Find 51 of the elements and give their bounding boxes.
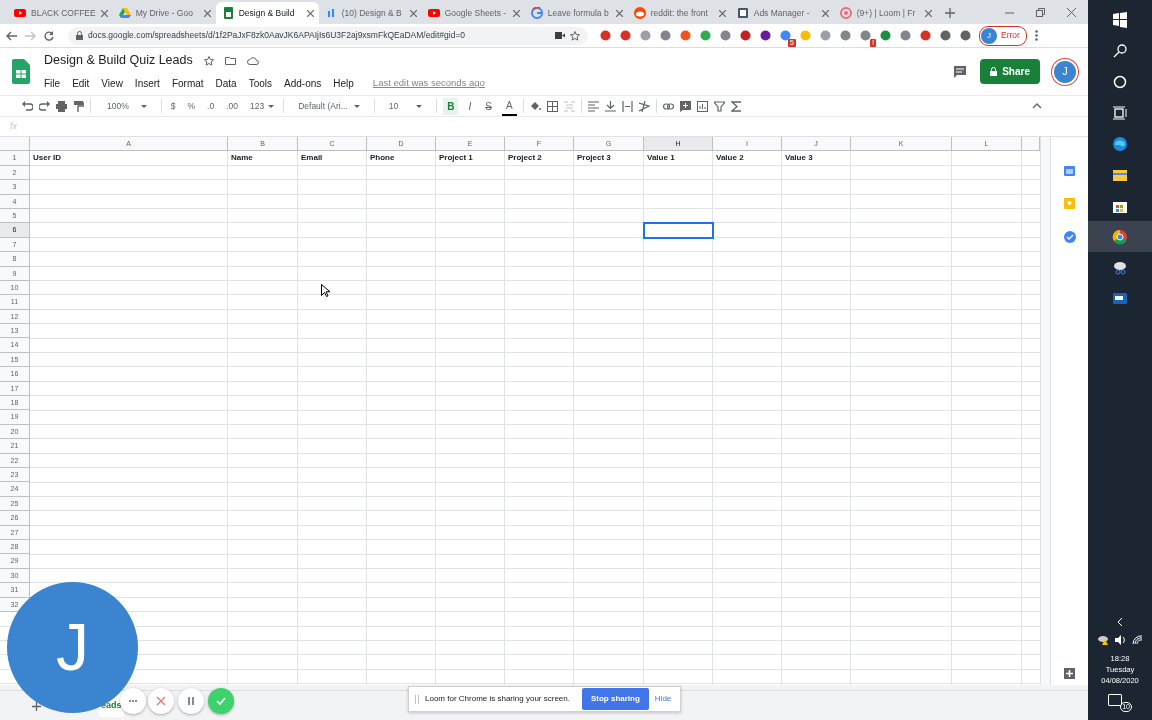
decrease-decimal-button[interactable]: .0 — [204, 98, 218, 114]
browser-tab[interactable]: BLACK COFFEE — [8, 2, 113, 24]
browser-tab[interactable]: reddit: the front — [627, 2, 731, 24]
percent-button[interactable]: % — [184, 98, 199, 114]
text-color-button[interactable]: A — [501, 96, 517, 116]
table-cell[interactable]: Name — [228, 151, 298, 166]
table-cell[interactable]: User ID — [30, 151, 228, 166]
last-edit-link[interactable]: Last edit was seconds ago — [372, 76, 485, 91]
increase-decimal-button[interactable]: .00 — [223, 98, 241, 114]
browser-tab[interactable]: (10) Design & B — [318, 2, 422, 24]
table-cell[interactable]: Phone — [367, 151, 436, 166]
font-dropdown[interactable]: Default (Ari... — [290, 98, 368, 114]
avatar: J — [981, 27, 997, 44]
table-cell[interactable]: Value 3 — [782, 151, 851, 166]
menu-item[interactable]: View — [98, 74, 126, 92]
table-cell[interactable]: Email — [298, 151, 367, 166]
menu-item[interactable]: Tools — [245, 74, 276, 92]
browser-tab[interactable]: Design & Build — [215, 2, 319, 24]
function-label: fx — [10, 119, 17, 133]
document-title[interactable]: Design & Build Quiz Leads — [44, 51, 193, 70]
menu-item[interactable]: Data — [212, 74, 240, 92]
avatar[interactable]: J — [1054, 60, 1076, 83]
table-cell[interactable]: Value 1 — [644, 151, 713, 166]
strikethrough-button[interactable]: S — [481, 97, 496, 115]
browser-tab[interactable]: Leave formula b — [524, 2, 628, 24]
hide-link[interactable]: Hide — [654, 693, 672, 705]
font-size-dropdown[interactable]: 10 — [380, 98, 431, 114]
share-button[interactable]: Share — [980, 59, 1040, 84]
table-cell[interactable]: Project 2 — [505, 151, 574, 166]
menu-item[interactable]: Edit — [69, 74, 93, 92]
browser-tab[interactable]: Google Sheets - — [421, 2, 525, 24]
menu-item[interactable]: File — [41, 74, 64, 92]
number-format-dropdown[interactable]: 123 — [246, 98, 278, 114]
menu-item[interactable]: Format — [168, 74, 207, 92]
bold-button[interactable]: B — [443, 97, 459, 115]
address-bar[interactable]: docs.google.com/spreadsheets/d/1f2PaJxF8zk0AavJK6APAIjIs6U3F2aj9xsmFkQEaDAM/edit#gid=0 — [68, 26, 588, 45]
browser-tab[interactable]: Ads Manager - — [730, 2, 834, 24]
sharing-message: Loom for Chrome is sharing your screen. — [425, 693, 570, 705]
menu-item[interactable]: Help — [330, 74, 357, 92]
profile-button[interactable]: J Error — [979, 25, 1027, 46]
currency-button[interactable]: $ — [167, 98, 179, 114]
stop-sharing-button[interactable]: Stop sharing — [581, 688, 649, 710]
browser-tab[interactable]: (9+) | Loom | Fr — [833, 2, 937, 24]
zoom-dropdown[interactable]: 100% — [97, 98, 155, 114]
menu-item[interactable]: Insert — [131, 74, 163, 92]
italic-button[interactable]: I — [464, 97, 476, 115]
table-cell[interactable]: Project 3 — [574, 151, 644, 166]
browser-tab[interactable]: My Drive - Goo — [112, 2, 216, 24]
menu-item[interactable]: Add-ons — [281, 74, 325, 92]
table-cell[interactable]: Project 1 — [436, 151, 505, 166]
table-cell[interactable]: Value 2 — [713, 151, 782, 166]
